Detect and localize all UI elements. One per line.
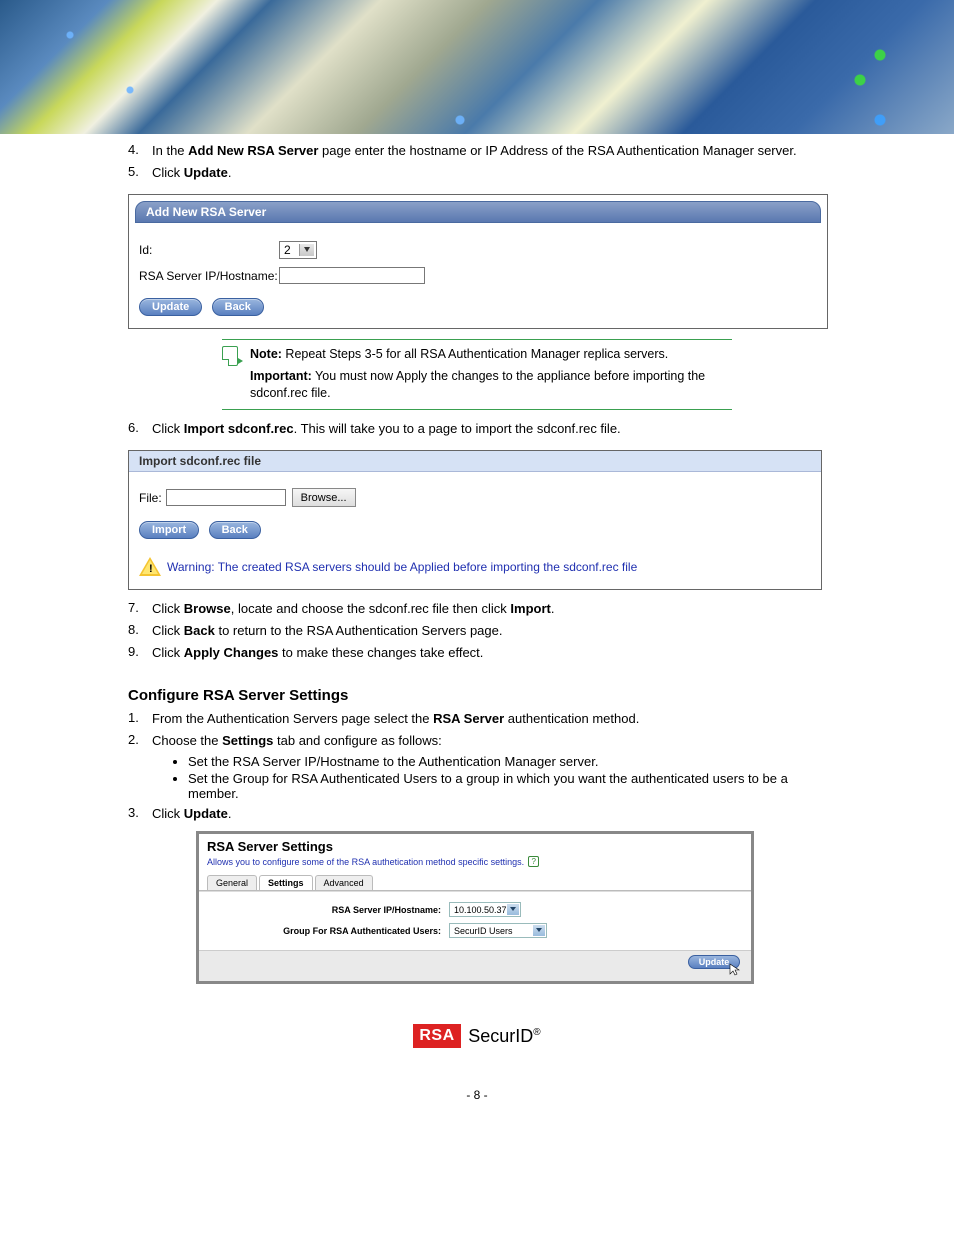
- import-titlebar: Import sdconf.rec file: [129, 451, 821, 472]
- securid-text: SecurID®: [468, 1026, 540, 1046]
- step-number-e3: 3.: [128, 805, 152, 823]
- import-button[interactable]: Import: [139, 521, 199, 539]
- step-9-text: Click Apply Changes to make these change…: [152, 644, 483, 662]
- step-number-6: 6.: [128, 420, 152, 438]
- settings-title: RSA Server Settings: [199, 834, 751, 856]
- update-button[interactable]: Update: [139, 298, 202, 316]
- import-sdconf-screenshot: Import sdconf.rec file File: Browse... I…: [128, 450, 822, 590]
- hostname-input[interactable]: [279, 267, 425, 284]
- step-number-5: 5.: [128, 164, 152, 182]
- panel-titlebar: Add New RSA Server: [135, 201, 821, 223]
- tab-advanced[interactable]: Advanced: [315, 875, 373, 890]
- step-number-8: 8.: [128, 622, 152, 640]
- file-label: File:: [139, 491, 162, 505]
- step-6-text: Click Import sdconf.rec. This will take …: [152, 420, 621, 438]
- rsa-server-settings-screenshot: RSA Server Settings Allows you to config…: [196, 831, 754, 984]
- page-number: - 8 -: [128, 1088, 826, 1102]
- add-rsa-server-screenshot: Add New RSA Server Id: 2 RSA Server IP/H…: [128, 194, 828, 329]
- file-input[interactable]: [166, 489, 286, 506]
- configure-rsa-heading: Configure RSA Server Settings: [128, 687, 826, 704]
- step-number-d2: 2.: [128, 732, 152, 750]
- back-button-2[interactable]: Back: [209, 521, 261, 539]
- bullet-1: Set the RSA Server IP/Hostname to the Au…: [188, 754, 826, 769]
- browse-button[interactable]: Browse...: [292, 488, 356, 507]
- step-7-text: Click Browse, locate and choose the sdco…: [152, 600, 555, 618]
- footer-logo: RSA SecurID®: [128, 1024, 826, 1048]
- step-number-d1: 1.: [128, 710, 152, 728]
- warning-text: Warning: The created RSA servers should …: [167, 560, 637, 574]
- settings-group-select[interactable]: SecurID Users: [449, 923, 547, 938]
- note-icon: [222, 346, 238, 366]
- tab-settings[interactable]: Settings: [259, 875, 313, 890]
- settings-host-select[interactable]: 10.100.50.37: [449, 902, 521, 917]
- help-icon[interactable]: ?: [528, 856, 539, 867]
- rsa-logo-icon: RSA: [413, 1024, 460, 1048]
- bullet-2: Set the Group for RSA Authenticated User…: [188, 771, 826, 801]
- step-d1-text: From the Authentication Servers page sel…: [152, 710, 639, 728]
- settings-group-label: Group For RSA Authenticated Users:: [229, 926, 449, 936]
- step-5-text: Click Update.: [152, 164, 231, 182]
- id-select[interactable]: 2: [279, 241, 317, 259]
- note-callout: Note: Repeat Steps 3-5 for all RSA Authe…: [222, 339, 732, 410]
- step-e3-text: Click Update.: [152, 805, 231, 823]
- settings-subtext: Allows you to configure some of the RSA …: [207, 857, 524, 867]
- step-number-9: 9.: [128, 644, 152, 662]
- step-number-4: 4.: [128, 142, 152, 160]
- warning-icon: !: [139, 557, 161, 577]
- header-banner-image: [0, 0, 954, 134]
- tab-general[interactable]: General: [207, 875, 257, 890]
- step-d2-text: Choose the Settings tab and configure as…: [152, 732, 442, 750]
- settings-host-label: RSA Server IP/Hostname:: [229, 905, 449, 915]
- step-number-7: 7.: [128, 600, 152, 618]
- hostname-label: RSA Server IP/Hostname:: [139, 269, 279, 283]
- id-label: Id:: [139, 243, 279, 257]
- step-8-text: Click Back to return to the RSA Authenti…: [152, 622, 502, 640]
- step-4-text: In the Add New RSA Server page enter the…: [152, 142, 797, 160]
- cursor-icon: [729, 963, 741, 977]
- back-button[interactable]: Back: [212, 298, 264, 316]
